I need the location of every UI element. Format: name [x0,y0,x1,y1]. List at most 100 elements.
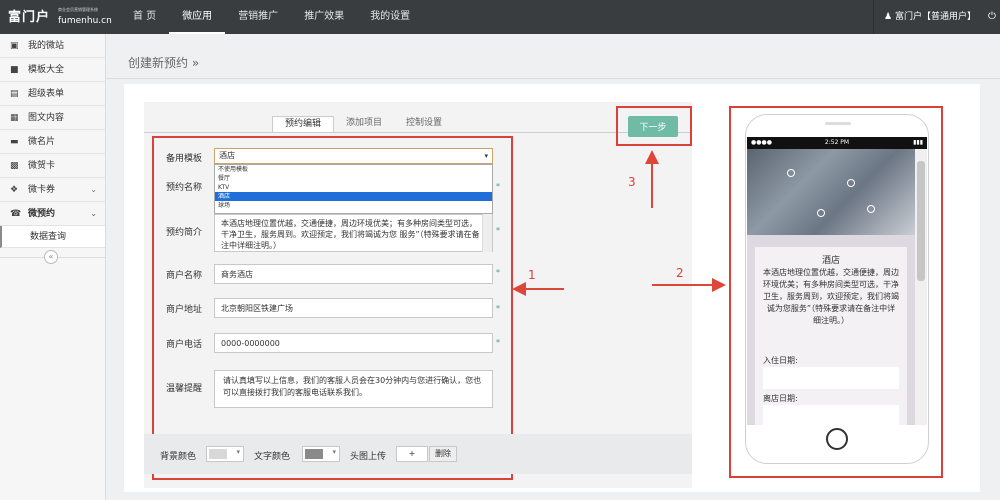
annotation-number-2: 2 [676,266,684,280]
sidebar-item-greeting-card[interactable]: ▩ 微贺卡 [0,154,105,178]
text-color-label: 文字颜色 [254,452,291,462]
nav-micro-apps[interactable]: 微应用 [169,0,226,34]
decor-circle [867,205,875,213]
checkin-label: 入住日期: [763,356,798,365]
sidebar: ▣ 我的微站 ■ 模板大全 ▤ 超级表单 ▦ 图文内容 ▬ 微名片 ▩ 微贺卡 ❖ 微卡券 ⌄ … [0,34,106,500]
shop-address-input[interactable] [214,298,493,318]
booking-intro-label: 预约简介 [166,228,203,238]
booking-name-label: 预约名称 [166,183,203,193]
bg-color-label: 背景颜色 [160,452,197,462]
preview-intro: 本酒店地理位置优越，交通便捷，周边环境优美；有多种房间类型可选，干净卫生，服务周… [763,268,899,325]
sidebar-item-coupons[interactable]: ❖ 微卡券 ⌄ [0,178,105,202]
decor-circle [847,179,855,187]
arrow-right-icon [712,278,726,292]
arrow-left-icon [512,282,526,296]
delete-button[interactable]: 删除 [429,446,457,462]
sidebar-item-image-text[interactable]: ▦ 图文内容 [0,106,105,130]
nav-marketing[interactable]: 营销推广 [225,0,291,34]
shop-phone-input[interactable] [214,333,493,353]
sidebar-item-label: 微贺卡 [28,161,56,171]
sidebar-item-label: 模板大全 [28,65,65,75]
user-name: 富门户【普通用户】 [894,12,976,22]
power-icon[interactable]: ⏻ [988,0,996,34]
folder-icon: ■ [10,65,19,75]
shop-name-label: 商户名称 [166,271,203,281]
sidebar-item-label: 图文内容 [28,113,65,123]
warm-tip-input[interactable]: 请认真填写以上信息，我们的客服人员会在30分钟内与您进行确认，您也可以直接拨打我… [214,370,493,408]
annotation-arrow-1 [520,288,564,290]
template-label: 备用模板 [166,154,203,164]
phone-screen: 酒店 本酒店地理位置优越，交通便捷，周边环境优美；有多种房间类型可选，干净卫生，… [747,149,927,425]
shop-name-input[interactable] [214,264,493,284]
decor-circle [817,209,825,217]
required-mark: * [496,268,500,277]
status-time: 2:52 PM [824,139,850,146]
logo-text: 富门户 [8,10,51,25]
page-title: 创建新预约 » [128,56,200,70]
battery-icon: ▮▮▮ [913,139,923,146]
shop-phone-label: 商户电话 [166,340,203,350]
intro-scrollbar[interactable] [482,214,492,252]
user-menu[interactable]: ♟ 富门户【普通用户】 [873,0,983,34]
annotation-arrow-2 [652,284,714,286]
tab-control-settings[interactable]: 控制设置 [394,116,454,132]
phone-speaker [825,122,851,125]
chevron-down-icon: ⌄ [90,185,97,194]
nav-effect[interactable]: 推广效果 [291,0,357,34]
monitor-icon: ▣ [10,41,19,51]
annotation-arrow-3 [651,160,653,208]
checkin-input[interactable] [763,367,899,389]
checkout-input[interactable] [763,405,899,425]
preview-title: 酒店 [821,256,840,266]
tab-divider [144,132,692,133]
preview-card: 酒店 本酒店地理位置优越，交通便捷，周边环境优美；有多种房间类型可选，干净卫生，… [755,247,907,425]
sidebar-subitem-data-query[interactable]: 数据查询 [0,226,105,248]
required-mark: * [496,304,500,313]
header-upload-label: 头图上传 [350,452,387,462]
logo-domain: fumenhu.cn [58,16,112,26]
collapse-icon[interactable]: « [44,250,58,264]
template-option[interactable]: 球场 [215,201,492,210]
nav-home[interactable]: 首 页 [120,0,169,34]
sidebar-item-templates[interactable]: ■ 模板大全 [0,58,105,82]
logo[interactable]: 富门户 商业会员营销管理系统 fumenhu.cn [8,4,112,30]
chevron-down-icon: ⌄ [90,209,97,218]
text-color-swatch [305,449,323,459]
tab-add-item[interactable]: 添加项目 [334,116,394,132]
template-select-value: 酒店 [219,151,235,160]
logo-tagline: 商业会员营销管理系统 [58,7,98,12]
bg-color-swatch [209,449,227,459]
image-text-icon: ▦ [10,113,19,123]
annotation-box-next [616,106,692,146]
text-color-picker[interactable]: ▾ [302,446,340,462]
tab-bar: 预约编辑 添加项目 控制设置 [272,116,454,132]
top-bar: 富门户 商业会员营销管理系统 fumenhu.cn 首 页 微应用 营销推广 推… [0,0,1000,34]
sidebar-item-my-site[interactable]: ▣ 我的微站 [0,34,105,58]
template-option-selected[interactable]: 酒店 [215,192,492,201]
upload-button[interactable]: + [396,446,428,462]
hotel-banner-image [747,149,915,235]
tab-booking-edit[interactable]: 预约编辑 [272,116,335,132]
bg-color-picker[interactable]: ▾ [206,446,244,462]
template-option[interactable]: 不使用模板 [215,165,492,174]
gift-icon: ❖ [10,185,19,195]
template-select[interactable]: 酒店 ▾ [214,148,493,164]
sidebar-item-booking[interactable]: ☎ 微预约 ⌄ [0,202,105,226]
template-dropdown: 不使用模板 餐厅 KTV 酒店 球场 [214,164,493,214]
sidebar-item-label: 微卡券 [28,185,56,195]
sidebar-item-business-card[interactable]: ▬ 微名片 [0,130,105,154]
title-divider [106,78,1000,79]
sidebar-item-super-form[interactable]: ▤ 超级表单 [0,82,105,106]
booking-intro-input[interactable]: 本酒店地理位置优越，交通便捷，周边环境优美；有多种房间类型可选，干净卫生，服务周… [214,214,493,252]
annotation-number-1: 1 [528,268,536,282]
card-icon: ▬ [10,137,19,147]
annotation-number-3: 3 [628,175,636,189]
form-icon: ▤ [10,89,19,99]
nav-settings[interactable]: 我的设置 [357,0,423,34]
caret-down-icon: ▾ [236,448,240,456]
phone-scroll-thumb[interactable] [917,161,925,281]
template-option[interactable]: KTV [215,183,492,192]
required-mark: * [496,226,500,235]
template-option[interactable]: 餐厅 [215,174,492,183]
phone-status-bar: ●●●● 2:52 PM ▮▮▮ [747,137,927,149]
